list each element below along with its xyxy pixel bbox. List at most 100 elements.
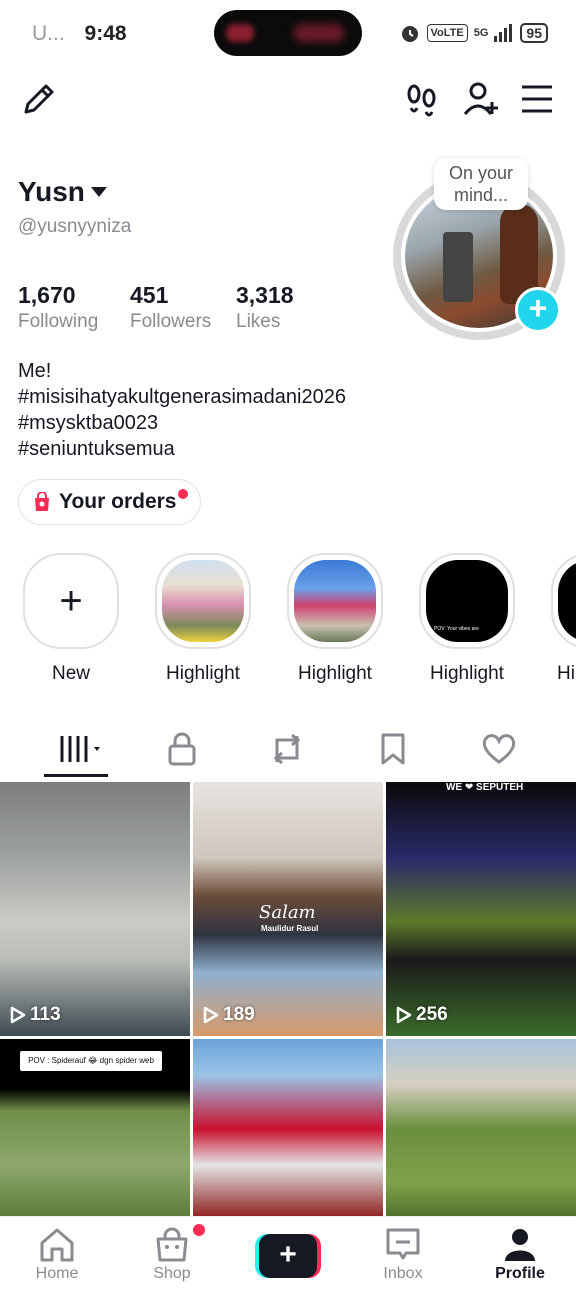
status-right: VoLTE 5G 95 <box>399 22 548 44</box>
highlight-label: Highlight <box>298 663 372 684</box>
repost-icon <box>273 733 301 765</box>
video-thumbnail[interactable] <box>386 1039 576 1219</box>
nav-home[interactable]: Home <box>7 1227 107 1283</box>
highlight-label: Hi <box>557 663 575 684</box>
island-indicator <box>226 24 254 42</box>
alarm-icon <box>401 26 418 42</box>
play-icon <box>203 1006 219 1024</box>
profile-icon <box>505 1229 535 1261</box>
bio-line: #msysktba0023 <box>18 412 159 434</box>
tab-videos[interactable] <box>56 726 106 772</box>
home-icon <box>40 1228 74 1262</box>
on-your-mind-bubble[interactable]: On your mind... <box>434 158 528 210</box>
highlight-item[interactable]: Hi <box>551 553 576 685</box>
stat-value: 451 <box>130 282 169 308</box>
video-thumbnail[interactable] <box>193 1039 383 1219</box>
edit-pencil-icon[interactable] <box>20 80 58 118</box>
stat-followers[interactable]: 451 Followers <box>130 282 220 333</box>
video-thumbnail[interactable]: WE ❤ SEPUTEH 256 <box>386 782 576 1036</box>
stat-following[interactable]: 1,670 Following <box>18 282 114 333</box>
stat-label: Likes <box>236 311 281 332</box>
profile-handle: @yusnyyniza <box>18 216 132 237</box>
nav-label: Profile <box>495 1265 545 1282</box>
bio-line: #misisihatyakultgenerasimadani2026 <box>18 386 346 408</box>
network-label: 5G <box>473 27 489 39</box>
stat-label: Followers <box>130 311 212 332</box>
highlight-item[interactable]: Highlight <box>155 553 251 685</box>
highlight-ring: POV: Your vibes are <box>419 553 515 649</box>
profile-top-bar <box>0 78 576 124</box>
play-icon <box>10 1006 26 1024</box>
create-button[interactable]: + <box>255 1234 321 1278</box>
shopping-bag-icon <box>156 1227 188 1262</box>
your-orders-button[interactable]: Your orders <box>18 479 202 525</box>
nav-label: Inbox <box>383 1265 423 1282</box>
nav-profile[interactable]: Profile <box>470 1227 570 1283</box>
battery-level: 95 <box>520 23 548 43</box>
add-story-plus-icon[interactable]: + <box>515 287 561 333</box>
highlight-thumbnail: POV: Your vibes are <box>426 560 508 642</box>
signal-icon <box>494 24 513 42</box>
menu-icon[interactable] <box>520 84 554 114</box>
video-caption: POV : Spiderauf 😂 dgn spider web <box>20 1051 162 1071</box>
bio-line: #seniuntuksemua <box>18 438 175 460</box>
footprints-icon[interactable] <box>404 82 440 118</box>
add-friend-icon[interactable] <box>462 80 502 120</box>
volte-badge: VoLTE <box>426 24 468 42</box>
highlight-label: Highlight <box>166 663 240 684</box>
video-overlay-title: Salam <box>259 902 316 923</box>
video-banner-text: WE ❤ SEPUTEH <box>446 782 524 793</box>
grid-icon <box>60 736 100 762</box>
inbox-icon <box>386 1228 420 1260</box>
video-thumbnail[interactable]: Salam Maulidur Rasul 189 <box>193 782 383 1036</box>
orders-label: Your orders <box>59 490 177 513</box>
nav-label: Shop <box>153 1265 191 1282</box>
bio-line: Me! <box>18 360 52 382</box>
nav-inbox[interactable]: Inbox <box>353 1227 453 1283</box>
highlight-new[interactable]: + New <box>23 553 119 685</box>
status-time: 9:48 <box>84 22 127 45</box>
nav-shop[interactable]: Shop <box>122 1227 222 1283</box>
view-count-value: 189 <box>223 1004 255 1025</box>
highlight-thumbnail <box>162 560 244 642</box>
highlight-ring <box>155 553 251 649</box>
stat-likes[interactable]: 3,318 Likes <box>236 282 316 333</box>
tab-saved[interactable] <box>368 726 418 772</box>
view-count-value: 113 <box>30 1004 61 1025</box>
lock-icon <box>168 732 196 766</box>
shopping-bag-icon <box>35 492 49 511</box>
dynamic-island <box>214 10 362 56</box>
video-thumbnail[interactable]: 113 <box>0 782 190 1036</box>
highlight-label: New <box>51 663 90 684</box>
highlight-caption: POV: Your vibes are <box>434 626 479 632</box>
island-indicator <box>294 24 344 42</box>
chevron-down-icon <box>90 187 107 197</box>
video-overlay-subtitle: Maulidur Rasul <box>261 924 319 933</box>
highlight-label: Highlight <box>430 663 504 684</box>
status-bar: U... 9:48 VoLTE 5G 95 <box>0 0 576 66</box>
plus-icon: + <box>259 1234 317 1278</box>
highlight-ring <box>551 553 576 649</box>
view-count: 113 <box>10 1004 61 1026</box>
heart-icon <box>482 734 516 764</box>
stat-value: 1,670 <box>18 282 76 308</box>
active-tab-indicator <box>44 774 108 777</box>
highlight-thumbnail <box>294 560 376 642</box>
profile-tabs <box>0 726 576 780</box>
highlight-thumbnail <box>558 560 576 642</box>
view-count-value: 256 <box>416 1004 448 1025</box>
tab-private[interactable] <box>157 726 207 772</box>
profile-bio[interactable]: Me! #misisihatyakultgenerasimadani2026 #… <box>18 358 346 462</box>
play-icon <box>396 1006 412 1024</box>
stat-label: Following <box>18 311 99 332</box>
tab-reposts[interactable] <box>262 726 312 772</box>
display-name: Yusn <box>18 176 85 207</box>
view-count: 256 <box>396 1004 448 1026</box>
plus-icon: + <box>23 553 119 649</box>
profile-name[interactable]: Yusn <box>18 176 107 208</box>
highlight-item[interactable]: POV: Your vibes are Highlight <box>419 553 515 685</box>
tab-liked[interactable] <box>474 726 524 772</box>
nav-label: Home <box>35 1265 79 1282</box>
video-thumbnail[interactable]: POV : Spiderauf 😂 dgn spider web <box>0 1039 190 1219</box>
highlight-item[interactable]: Highlight <box>287 553 383 685</box>
